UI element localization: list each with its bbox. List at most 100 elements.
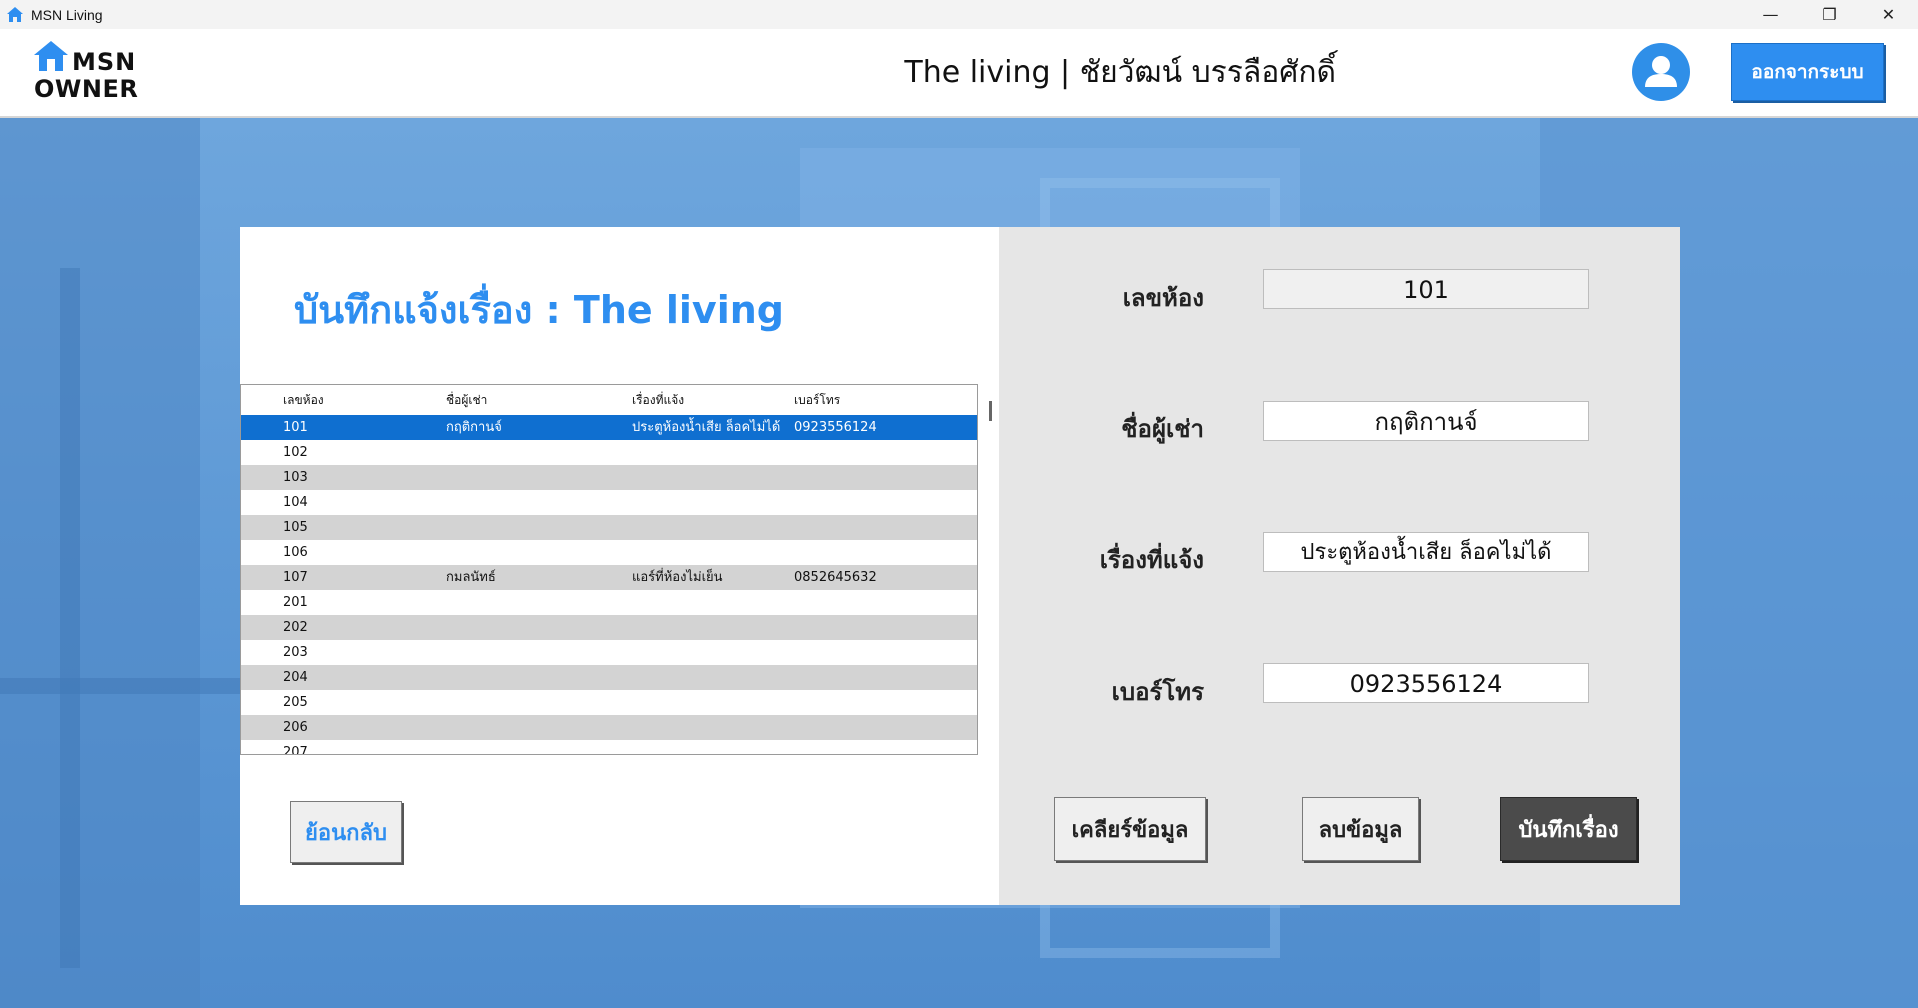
room-cell: 107 bbox=[283, 570, 308, 585]
detail-form-panel: เลขห้อง 101 ชื่อผู้เช่า กฤติกานจ์ เรื่อง… bbox=[999, 227, 1680, 905]
tenant-cell bbox=[446, 615, 626, 640]
delete-button[interactable]: ลบข้อมูล bbox=[1302, 797, 1419, 861]
minimize-button[interactable]: — bbox=[1741, 0, 1800, 29]
table-row[interactable]: 201 bbox=[241, 590, 977, 615]
table-row[interactable]: 203 bbox=[241, 640, 977, 665]
tenant-cell bbox=[446, 490, 626, 515]
tenant-cell bbox=[446, 465, 626, 490]
issue-cell bbox=[632, 740, 792, 754]
room-cell: 207 bbox=[283, 745, 308, 755]
save-button[interactable]: บันทึกเรื่อง bbox=[1500, 797, 1637, 861]
phone-cell bbox=[794, 690, 974, 715]
issue-cell bbox=[632, 440, 792, 465]
table-row[interactable]: 107 กมลนัทธ์ แอร์ที่ห้องไม่เย็น 0852645632 bbox=[241, 565, 977, 590]
logo-house-icon bbox=[34, 41, 68, 71]
user-avatar[interactable] bbox=[1632, 43, 1690, 101]
records-panel: บันทึกแจ้งเรื่อง : The living เลขห้อง ชื… bbox=[240, 227, 999, 905]
tenant-cell bbox=[446, 690, 626, 715]
room-cell: 104 bbox=[283, 495, 308, 510]
phone-cell bbox=[794, 465, 974, 490]
issue-cell bbox=[632, 515, 792, 540]
room-cell: 101 bbox=[283, 420, 308, 435]
tenant-cell: กฤติกานจ์ bbox=[446, 420, 502, 435]
room-cell: 205 bbox=[283, 695, 308, 710]
tenant-cell bbox=[446, 590, 626, 615]
issue-field[interactable]: ประตูห้องน้ำเสีย ล็อคไม่ได้ bbox=[1263, 532, 1589, 572]
tenant-name-field[interactable]: กฤติกานจ์ bbox=[1263, 401, 1589, 441]
issue-cell bbox=[632, 665, 792, 690]
table-scrollbar[interactable] bbox=[985, 384, 997, 753]
column-header-issue[interactable]: เรื่องที่แจ้ง bbox=[632, 385, 792, 410]
window-title: MSN Living bbox=[31, 6, 103, 23]
phone-label: เบอร์โทร bbox=[1111, 678, 1204, 706]
logout-button[interactable]: ออกจากระบบ bbox=[1731, 43, 1884, 101]
room-label: เลขห้อง bbox=[1122, 284, 1204, 312]
page-title: บันทึกแจ้งเรื่อง : The living bbox=[294, 288, 784, 332]
logo-text-msn: MSN bbox=[72, 48, 137, 76]
room-cell: 105 bbox=[283, 520, 308, 535]
issue-cell bbox=[632, 640, 792, 665]
back-button[interactable]: ย้อนกลับ bbox=[290, 801, 402, 863]
tenant-label: ชื่อผู้เช่า bbox=[1121, 415, 1204, 443]
records-table[interactable]: เลขห้อง ชื่อผู้เช่า เรื่องที่แจ้ง เบอร์โ… bbox=[240, 384, 978, 755]
room-number-field[interactable]: 101 bbox=[1263, 269, 1589, 309]
room-cell: 202 bbox=[283, 620, 308, 635]
phone-cell bbox=[794, 440, 974, 465]
msn-owner-logo: MSN OWNER bbox=[32, 39, 152, 105]
room-cell: 206 bbox=[283, 720, 308, 735]
app-header: MSN OWNER The living | ชัยวัฒน์ บรรลือศั… bbox=[0, 29, 1918, 118]
tenant-cell bbox=[446, 740, 626, 754]
tenant-cell bbox=[446, 665, 626, 690]
phone-cell bbox=[794, 615, 974, 640]
table-row[interactable]: 206 bbox=[241, 715, 977, 740]
table-row[interactable]: 104 bbox=[241, 490, 977, 515]
room-cell: 201 bbox=[283, 595, 308, 610]
phone-cell: 0852645632 bbox=[794, 570, 877, 585]
table-row[interactable]: 106 bbox=[241, 540, 977, 565]
room-cell: 204 bbox=[283, 670, 308, 685]
phone-cell: 0923556124 bbox=[794, 420, 877, 435]
table-row[interactable]: 204 bbox=[241, 665, 977, 690]
restore-button[interactable]: ❐ bbox=[1800, 0, 1859, 29]
phone-cell bbox=[794, 515, 974, 540]
clear-button[interactable]: เคลียร์ข้อมูล bbox=[1054, 797, 1206, 861]
issue-cell: แอร์ที่ห้องไม่เย็น bbox=[632, 570, 723, 585]
issue-cell bbox=[632, 465, 792, 490]
tenant-cell bbox=[446, 540, 626, 565]
table-header: เลขห้อง ชื่อผู้เช่า เรื่องที่แจ้ง เบอร์โ… bbox=[241, 385, 977, 416]
phone-cell bbox=[794, 490, 974, 515]
tenant-cell: กมลนัทธ์ bbox=[446, 570, 496, 585]
column-header-phone[interactable]: เบอร์โทร bbox=[794, 385, 974, 410]
close-button[interactable]: ✕ bbox=[1859, 0, 1918, 29]
table-row[interactable]: 105 bbox=[241, 515, 977, 540]
house-icon bbox=[7, 6, 23, 22]
phone-field[interactable]: 0923556124 bbox=[1263, 663, 1589, 703]
room-cell: 102 bbox=[283, 445, 308, 460]
table-row[interactable]: 205 bbox=[241, 690, 977, 715]
logo-text-owner: OWNER bbox=[34, 75, 139, 103]
room-cell: 103 bbox=[283, 470, 308, 485]
table-row[interactable]: 202 bbox=[241, 615, 977, 640]
column-header-room[interactable]: เลขห้อง bbox=[283, 385, 443, 410]
user-icon bbox=[1645, 56, 1677, 87]
column-header-tenant[interactable]: ชื่อผู้เช่า bbox=[446, 385, 626, 410]
scrollbar-thumb[interactable] bbox=[989, 401, 992, 421]
table-row[interactable]: 101 กฤติกานจ์ ประตูห้องน้ำเสีย ล็อคไม่ได้ 0… bbox=[241, 415, 977, 440]
room-cell: 106 bbox=[283, 545, 308, 560]
issue-cell bbox=[632, 540, 792, 565]
issue-cell bbox=[632, 715, 792, 740]
window-title-bar: MSN Living — ❐ ✕ bbox=[0, 0, 1918, 29]
issue-cell bbox=[632, 615, 792, 640]
tenant-cell bbox=[446, 440, 626, 465]
table-row[interactable]: 103 bbox=[241, 465, 977, 490]
table-row[interactable]: 207 bbox=[241, 740, 977, 755]
room-cell: 203 bbox=[283, 645, 308, 660]
tenant-cell bbox=[446, 515, 626, 540]
phone-cell bbox=[794, 640, 974, 665]
issue-label: เรื่องที่แจ้ง bbox=[1099, 546, 1204, 574]
user-label: The living | ชัยวัฒน์ บรรลือศักดิ์ bbox=[904, 55, 1336, 90]
tenant-cell bbox=[446, 640, 626, 665]
tenant-cell bbox=[446, 715, 626, 740]
table-row[interactable]: 102 bbox=[241, 440, 977, 465]
phone-cell bbox=[794, 740, 974, 754]
